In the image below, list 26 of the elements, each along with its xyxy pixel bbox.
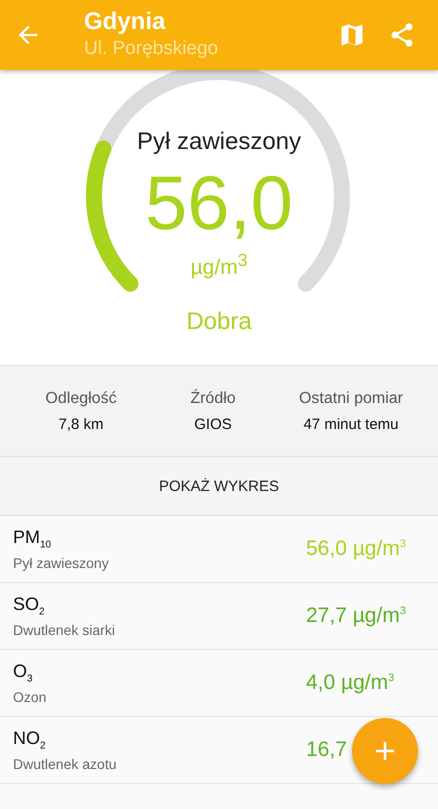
pollutant-symbol: NO$_{2}$ [13,728,46,752]
plus-icon [375,741,395,761]
info-label: Ostatni pomiar [298,390,404,408]
pollutant-name: Dwutlenek siarki [13,622,115,638]
pollutant-symbol: O$_{3}$ [13,661,33,685]
city-title: Gdynia [84,8,166,36]
pollutant-name: Dwutlenek azotu [13,756,117,772]
quality-rating: Dobra [186,308,252,336]
pollutant-value: 27,7 µg/m$^{3}$ [306,604,406,627]
pollutant-value: 4,0 µg/m$^{3}$ [306,671,394,694]
info-value: GIOS [194,416,232,432]
info-label: Źródło [190,390,236,408]
show-chart-button[interactable]: POKAŻ WYKRES [0,456,438,516]
unit-label: µg/m$^{3}$ [190,250,248,280]
pollutant-symbol: SO$_{2}$ [13,594,45,618]
pollutant-label: Pył zawieszony [136,128,302,156]
pollutant-symbol: PM$_{10}$ [13,527,52,551]
reading-value: 56,0 [145,164,293,244]
pollutant-name: Pył zawieszony [13,554,109,571]
pollutant-value: 16,7 [306,738,347,761]
pollutant-value: 56,0 µg/m$^{3}$ [306,537,406,560]
street-subtitle: Ul. Porębskiego [84,37,218,61]
info-value: 7,8 km [58,416,104,432]
pollutant-name: Ozon [13,688,46,705]
info-label: Odległość [45,390,117,408]
info-value: 47 minut temu [303,416,399,432]
